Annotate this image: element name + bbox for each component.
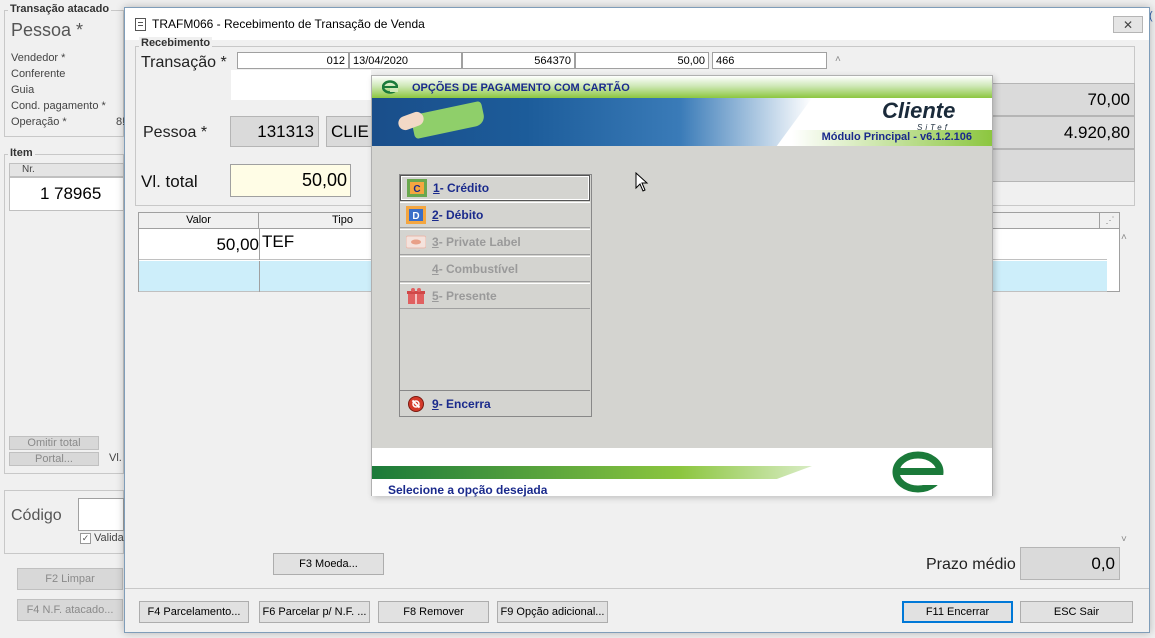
popup-footer: Selecione a opção desejada bbox=[372, 448, 992, 497]
option-credito-key: 1 bbox=[433, 181, 440, 195]
option-credito-label: - Crédito bbox=[439, 181, 490, 195]
popup-title: OPÇÕES DE PAGAMENTO COM CARTÃO bbox=[412, 82, 630, 94]
bg-operacao-label: Operação * bbox=[11, 116, 67, 128]
f11-encerrar-button[interactable]: F11 Encerrar bbox=[902, 601, 1013, 623]
omitir-total-button[interactable]: Omitir total bbox=[9, 436, 99, 450]
dialog-titlebar: TRAFM066 - Recebimento de Transação de V… bbox=[125, 8, 1149, 40]
bottom-separator bbox=[125, 588, 1149, 589]
svg-text:C: C bbox=[413, 184, 420, 195]
item-grid-header: Nr. bbox=[9, 163, 124, 177]
private-label-icon bbox=[405, 233, 427, 251]
footer-green-bar bbox=[372, 466, 812, 479]
credit-card-icon: C bbox=[407, 179, 427, 197]
popup-titlebar: OPÇÕES DE PAGAMENTO COM CARTÃO bbox=[372, 76, 992, 98]
transacao-details-area bbox=[231, 70, 371, 100]
prazo-medio-label: Prazo médio bbox=[926, 556, 1016, 573]
item-row[interactable]: 1 78965 bbox=[9, 177, 124, 211]
grid-header-valor[interactable]: Valor bbox=[139, 213, 259, 229]
valida-checkbox[interactable]: ✓ bbox=[80, 533, 91, 544]
sitef-footer-logo-icon bbox=[892, 451, 944, 493]
option-encerra[interactable]: 9 - Encerra bbox=[400, 390, 590, 416]
dialog-document-icon bbox=[135, 17, 146, 31]
vl-total-label: Vl. total bbox=[141, 172, 198, 191]
transacao-empresa-field[interactable]: 012 bbox=[237, 52, 349, 69]
sitef-logo-icon bbox=[381, 80, 399, 94]
gift-icon bbox=[406, 287, 426, 305]
brand-name: Cliente bbox=[882, 98, 956, 123]
bg-vl-label: Vl. bbox=[109, 452, 122, 464]
option-combustivel: 4 - Combustível bbox=[400, 256, 590, 282]
codigo-label: Código bbox=[11, 507, 62, 524]
mouse-cursor-icon bbox=[635, 171, 649, 195]
option-debito-key: 2 bbox=[432, 208, 439, 222]
vl-total-field[interactable]: 50,00 bbox=[230, 164, 351, 197]
f4-nf-atacado-button[interactable]: F4 N.F. atacado... bbox=[17, 599, 123, 621]
transacao-valor-field[interactable]: 50,00 bbox=[575, 52, 709, 69]
row-valor: 50,00 bbox=[216, 235, 259, 254]
bg-guia-label: Guia bbox=[11, 84, 35, 96]
svg-text:D: D bbox=[412, 211, 419, 222]
transacao-label: Transação * bbox=[141, 54, 227, 71]
item-col-nr: Nr. bbox=[22, 164, 35, 175]
banner-image bbox=[372, 98, 812, 146]
option-encerra-label: - Encerra bbox=[438, 396, 491, 411]
right-value-2: 4.920,80 bbox=[990, 116, 1135, 149]
transacao-codigo-field[interactable]: 466 bbox=[712, 52, 827, 69]
card-payment-options-popup: OPÇÕES DE PAGAMENTO COM CARTÃO Cliente S… bbox=[371, 75, 993, 497]
f6-parcelar-nf-button[interactable]: F6 Parcelar p/ N.F. ... bbox=[259, 601, 370, 623]
option-private-label-key: 3 bbox=[432, 235, 439, 249]
close-icon: ✕ bbox=[1122, 17, 1134, 32]
recebimento-title: Recebimento bbox=[139, 37, 213, 49]
row-tipo: TEF bbox=[262, 232, 295, 251]
options-list: C 1 - Crédito D 2 - Débito 3 - Private L… bbox=[399, 174, 592, 417]
prazo-medio-field: 0,0 bbox=[1020, 547, 1120, 580]
grid-scroll-down-icon[interactable]: ˅ bbox=[1121, 534, 1127, 545]
option-encerra-key: 9 bbox=[432, 396, 439, 411]
option-presente: 5 - Presente bbox=[400, 283, 590, 309]
item-title: Item bbox=[8, 147, 35, 159]
transacao-data-field[interactable]: 13/04/2020 bbox=[349, 52, 462, 69]
transacao-numero-field[interactable]: 564370 bbox=[462, 52, 575, 69]
status-text: Selecione a opção desejada bbox=[388, 483, 548, 497]
f3-moeda-button[interactable]: F3 Moeda... bbox=[273, 553, 384, 575]
grid-header-expand-button[interactable]: ⋰ bbox=[1099, 213, 1120, 229]
codigo-input[interactable] bbox=[78, 498, 124, 531]
bg-conferente-label: Conferente bbox=[11, 68, 66, 80]
row-divider bbox=[259, 229, 260, 260]
transacao-chevron-up-icon[interactable]: ˄ bbox=[835, 54, 841, 65]
grid-scroll-up-icon[interactable]: ˄ bbox=[1121, 232, 1127, 243]
stop-icon bbox=[406, 395, 426, 413]
right-value-1: 70,00 bbox=[990, 83, 1135, 116]
pessoa-code-field: 131313 bbox=[230, 116, 319, 147]
bg-vendedor-label: Vendedor * bbox=[11, 52, 66, 64]
item-row-code: 78965 bbox=[54, 184, 102, 203]
portal-button[interactable]: Portal... bbox=[9, 452, 99, 466]
bg-pessoa-label: Pessoa * bbox=[11, 20, 84, 40]
option-debito[interactable]: D 2 - Débito bbox=[400, 202, 590, 228]
bg-cond-pagamento-label: Cond. pagamento * bbox=[11, 100, 106, 112]
dialog-title: TRAFM066 - Recebimento de Transação de V… bbox=[152, 17, 425, 31]
option-combustivel-label: - Combustível bbox=[438, 262, 519, 276]
item-row-nr: 1 bbox=[40, 184, 50, 203]
option-presente-label: - Presente bbox=[438, 289, 497, 303]
f4-parcelamento-button[interactable]: F4 Parcelamento... bbox=[139, 601, 249, 623]
popup-banner: Cliente SiTef Módulo Principal - v6.1.2.… bbox=[372, 98, 992, 146]
option-combustivel-key: 4 bbox=[432, 262, 439, 276]
f8-remover-button[interactable]: F8 Remover bbox=[378, 601, 489, 623]
debit-card-icon: D bbox=[406, 206, 426, 224]
esc-sair-button[interactable]: ESC Sair bbox=[1020, 601, 1133, 623]
module-version: Módulo Principal - v6.1.2.106 bbox=[821, 131, 972, 143]
right-value-3 bbox=[990, 149, 1135, 182]
pessoa-label: Pessoa * bbox=[143, 124, 208, 141]
f2-limpar-button[interactable]: F2 Limpar bbox=[17, 568, 123, 590]
option-private-label-label: - Private Label bbox=[438, 235, 521, 249]
option-credito[interactable]: C 1 - Crédito bbox=[400, 175, 590, 201]
option-debito-label: - Débito bbox=[438, 208, 484, 222]
transacao-atacado-title: Transação atacado bbox=[8, 3, 112, 15]
option-presente-key: 5 bbox=[432, 289, 439, 303]
dialog-close-button[interactable]: ✕ bbox=[1113, 16, 1143, 33]
option-private-label: 3 - Private Label bbox=[400, 229, 590, 255]
valida-label: Valida bbox=[94, 532, 124, 544]
f9-opcao-adicional-button[interactable]: F9 Opção adicional... bbox=[497, 601, 608, 623]
